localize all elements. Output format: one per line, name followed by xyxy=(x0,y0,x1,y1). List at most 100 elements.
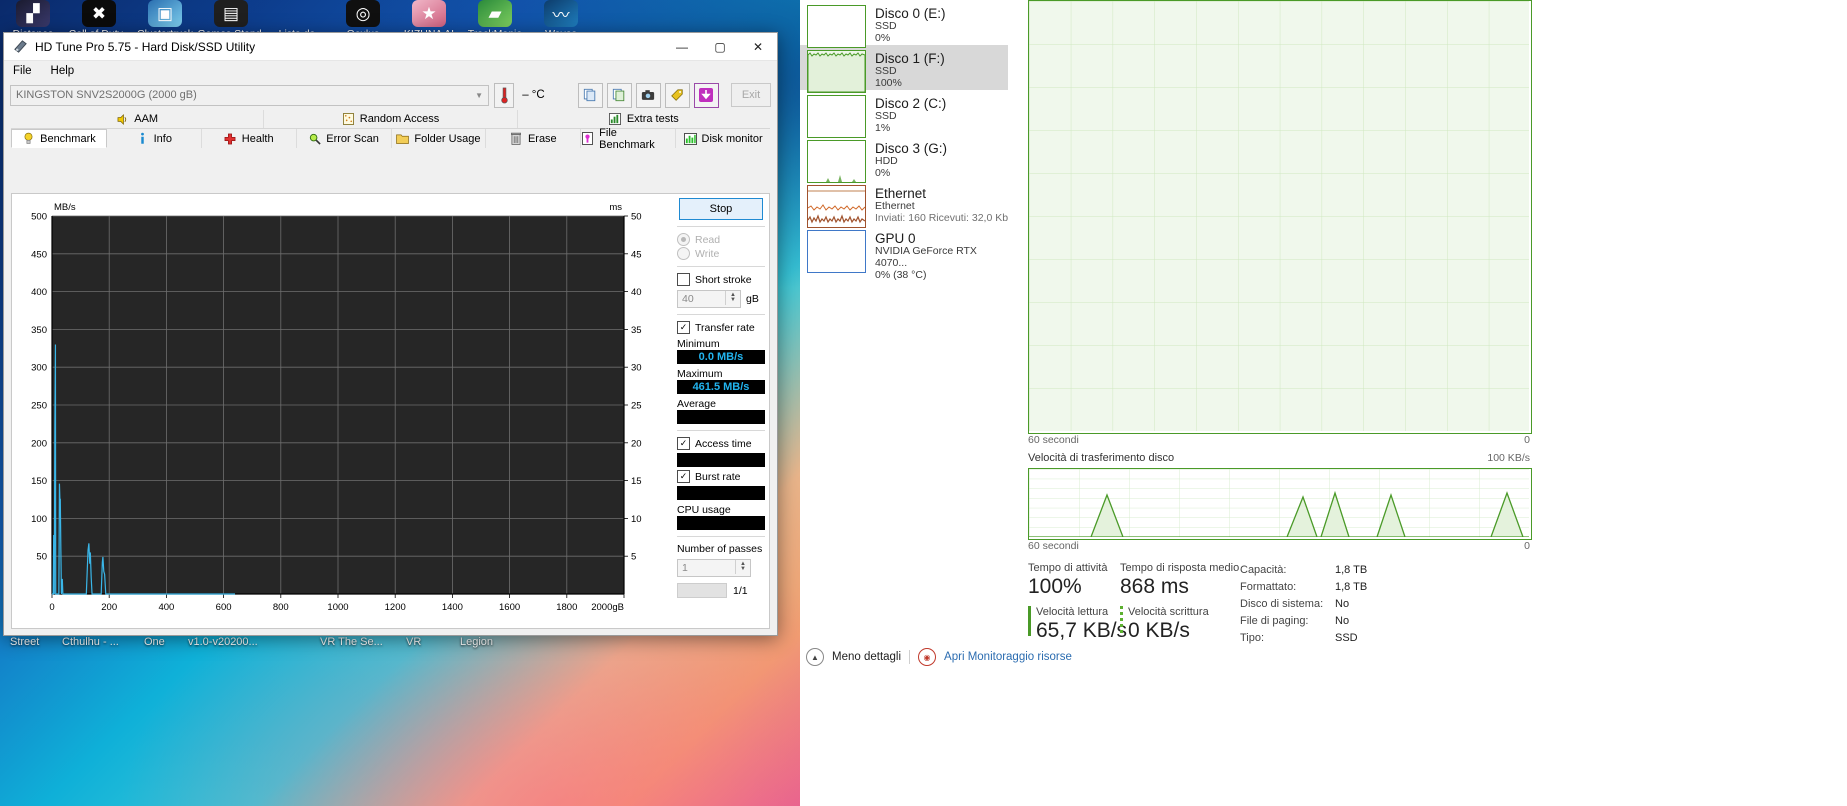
device-stat: 1% xyxy=(875,121,891,134)
progress-bar xyxy=(677,583,727,598)
passes-input[interactable]: 1 ▲ ▼ xyxy=(677,559,751,577)
detail-row: Tipo: SSD xyxy=(1240,630,1470,647)
checkbox-box: ✓ xyxy=(677,437,690,450)
device-name: Disco 3 (G:) xyxy=(875,141,948,156)
access-time-checkbox[interactable]: ✓ Access time xyxy=(677,437,765,450)
desktop-label[interactable]: Cthulhu - ... xyxy=(62,636,119,648)
copy-icon[interactable] xyxy=(577,82,603,108)
oculus-icon: ◎ xyxy=(346,0,380,27)
desktop-label[interactable]: Street xyxy=(10,636,39,648)
menu-file[interactable]: File xyxy=(13,65,32,77)
list-item[interactable]: Disco 1 (F:) SSD 100% xyxy=(800,45,1008,93)
spinner-arrows-icon[interactable]: ▲ ▼ xyxy=(725,291,740,305)
resource-monitor-link[interactable]: Apri Monitoraggio risorse xyxy=(944,651,1072,663)
device-stat: 0% xyxy=(875,31,891,44)
games-standard-icon: ▤ xyxy=(214,0,248,27)
resource-monitor-icon[interactable]: ◉ xyxy=(918,648,937,666)
tab-health[interactable]: Health xyxy=(201,129,297,148)
benchmark-chart-svg: MB/s ms5010015020025030035040045050051015… xyxy=(31,202,642,613)
tab-extra-tests[interactable]: Extra tests xyxy=(517,110,770,128)
disk-details: Capacità: 1,8 TB Formattato: 1,8 TB Disco … xyxy=(1240,562,1470,647)
desktop-label[interactable]: Legion xyxy=(460,636,493,648)
svg-text:200: 200 xyxy=(101,602,117,613)
svg-text:20: 20 xyxy=(631,438,642,449)
exit-button[interactable]: Exit xyxy=(730,83,771,107)
desktop-label[interactable]: VR xyxy=(406,636,421,648)
write-radio[interactable]: Write xyxy=(677,247,765,260)
window-title: HD Tune Pro 5.75 - Hard Disk/SSD Utility xyxy=(35,39,256,54)
average-label: Average xyxy=(677,398,716,410)
benchmark-chart: MB/s ms 50 100 150 200 250 300 350 400 450 500 5 10 15… xyxy=(12,194,672,628)
chevron-up-icon[interactable]: ▲ xyxy=(806,648,824,666)
tag-icon[interactable] xyxy=(664,82,690,108)
desktop-label[interactable]: One xyxy=(144,636,165,648)
hdtune-window: HD Tune Pro 5.75 - Hard Disk/SSD Utility… xyxy=(3,32,778,636)
minimize-button[interactable]: — xyxy=(663,33,701,60)
passes-spinner[interactable]: 1 ▲ ▼ xyxy=(677,559,765,577)
disk-transfer-rate-graph xyxy=(1028,468,1532,540)
hdtune-menubar: File Help xyxy=(4,61,777,80)
download-icon[interactable] xyxy=(693,82,719,108)
divider xyxy=(909,650,911,664)
divider xyxy=(677,536,765,537)
tab-label: Info xyxy=(153,132,172,145)
chevron-down-icon: ▼ xyxy=(475,90,483,100)
tab-erase[interactable]: Erase xyxy=(486,129,582,148)
chart-icon xyxy=(609,113,622,126)
burst-rate-checkbox[interactable]: ✓ Burst rate xyxy=(677,470,765,483)
desktop-label[interactable]: VR The Se... xyxy=(320,636,383,648)
read-radio[interactable]: Read xyxy=(677,233,765,246)
tab-folder-usage[interactable]: Folder Usage xyxy=(391,129,487,148)
drive-select[interactable]: KINGSTON SNV2S2000G (2000 gB) ▼ xyxy=(10,84,489,106)
tab-file-benchmark[interactable]: File Benchmark xyxy=(581,127,677,151)
short-stroke-value: 40 xyxy=(682,293,694,305)
maximize-button[interactable]: ▢ xyxy=(701,33,739,60)
access-time-label: Access time xyxy=(695,437,752,450)
menu-help[interactable]: Help xyxy=(51,65,75,77)
svg-text:30: 30 xyxy=(631,363,642,374)
list-item[interactable]: Disco 2 (C:) SSD 1% xyxy=(800,90,1008,138)
tab-label: Folder Usage xyxy=(414,132,481,145)
close-button[interactable]: ✕ xyxy=(739,33,777,60)
tab-error-scan[interactable]: Error Scan xyxy=(296,129,392,148)
task-manager-footer: ▲ Meno dettagli ◉ Apri Monitoraggio riso… xyxy=(806,648,1072,666)
desktop-label[interactable]: v1.0-v20200... xyxy=(188,636,258,648)
tab-random-access[interactable]: Random Access xyxy=(264,110,518,128)
device-thumbnail xyxy=(807,50,866,93)
device-thumbnail xyxy=(807,140,866,183)
response-time-value: 868 ms xyxy=(1120,575,1189,598)
tab-disk-monitor[interactable]: Disk monitor xyxy=(676,129,770,148)
tab-aam[interactable]: AAM xyxy=(11,110,265,128)
list-item[interactable]: GPU 0 NVIDIA GeForce RTX 4070... 0% (38 … xyxy=(800,225,1008,280)
short-stroke-spinner[interactable]: 40 ▲ ▼ gB xyxy=(677,290,765,308)
task-manager-window: Disco 0 (E:) SSD 0% Disco 1 (F:) SSD 100… xyxy=(800,0,1847,806)
list-item[interactable]: Disco 3 (G:) HDD 0% xyxy=(800,135,1008,183)
burst-rate-value xyxy=(677,486,765,500)
transfer-rate-checkbox[interactable]: ✓ Transfer rate xyxy=(677,321,765,334)
short-stroke-input[interactable]: 40 ▲ ▼ xyxy=(677,290,741,308)
less-details-button[interactable]: Meno dettagli xyxy=(832,651,901,663)
temperature-value: – °C xyxy=(522,89,545,101)
spinner-arrows-icon[interactable]: ▲ ▼ xyxy=(735,560,750,574)
tab-benchmark[interactable]: Benchmark xyxy=(11,129,107,148)
svg-text:ms: ms xyxy=(609,202,622,213)
hdtune-titlebar[interactable]: HD Tune Pro 5.75 - Hard Disk/SSD Utility… xyxy=(4,33,777,61)
device-thumbnail xyxy=(807,230,866,273)
svg-text:200: 200 xyxy=(31,438,47,449)
device-thumbnail xyxy=(807,185,866,228)
tab-info[interactable]: Info xyxy=(106,129,202,148)
device-list[interactable]: Disco 0 (E:) SSD 0% Disco 1 (F:) SSD 100… xyxy=(800,0,1008,690)
short-stroke-checkbox[interactable]: Short stroke xyxy=(677,273,765,286)
svg-text:450: 450 xyxy=(31,249,47,260)
folder-icon xyxy=(396,132,410,145)
list-item[interactable]: Ethernet Ethernet Inviati: 160 Ricevuti:… xyxy=(800,180,1008,228)
svg-text:15: 15 xyxy=(631,476,642,487)
detail-value: SSD xyxy=(1335,632,1358,644)
list-item[interactable]: Disco 0 (E:) SSD 0% xyxy=(800,0,1008,48)
cross-icon xyxy=(224,132,237,145)
detail-key: File di paging: xyxy=(1240,615,1309,627)
stop-button[interactable]: Stop xyxy=(679,198,763,220)
camera-icon[interactable] xyxy=(635,82,661,108)
copy2-icon[interactable] xyxy=(606,82,632,108)
detail-key: Capacità: xyxy=(1240,564,1287,576)
